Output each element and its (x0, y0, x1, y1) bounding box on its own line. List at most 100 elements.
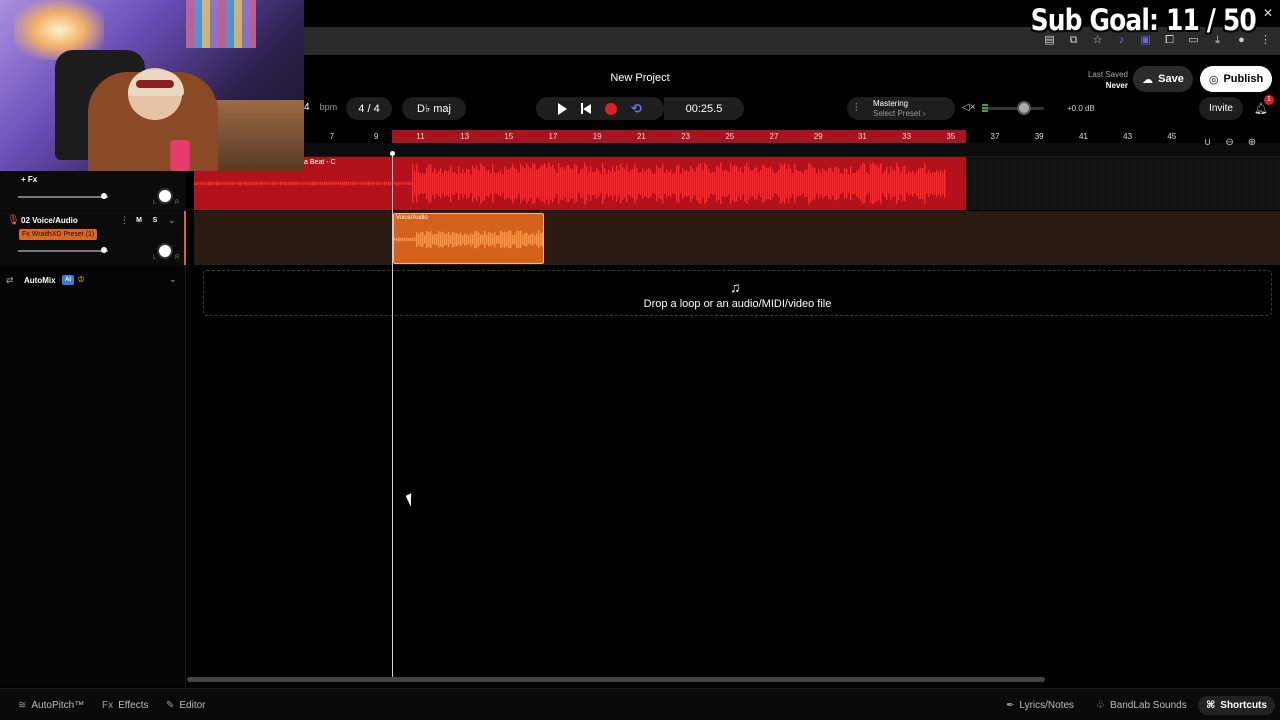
shortcuts-button[interactable]: ⌘ Shortcuts (1198, 696, 1275, 715)
chevron-down-icon[interactable]: ⌄ (169, 274, 177, 285)
track-volume-slider[interactable] (18, 196, 108, 198)
master-volume-slider[interactable] (982, 104, 1044, 113)
timecode-display: 00:25.5 (664, 97, 744, 120)
record-icon[interactable] (605, 102, 618, 115)
effects-button[interactable]: Fx Effects (102, 696, 149, 715)
ruler-lower-band (187, 143, 1280, 157)
ruler-tick-label: 9 (373, 132, 379, 141)
autopitch-button[interactable]: ≋ AutoPitch™ (18, 696, 84, 715)
zoom-in-icon[interactable]: ⊕ (1248, 137, 1256, 148)
automix-row[interactable]: ⇄ AutoMix AI ♔ ⌄ (0, 270, 186, 290)
playhead-handle[interactable] (390, 151, 395, 156)
track-name[interactable]: 02 Voice/Audio (21, 216, 78, 225)
pan-right-label: R (175, 255, 180, 261)
key-button[interactable]: D♭ maj (402, 97, 466, 120)
ruler-tick-label: 41 (1078, 132, 1088, 141)
track-lane-1-empty[interactable] (966, 157, 1280, 210)
mastering-title: Mastering (873, 99, 909, 108)
automix-label: AutoMix (24, 276, 56, 285)
publish-button[interactable]: ◎ Publish (1200, 66, 1272, 92)
bandlab-sounds-button[interactable]: ♧ BandLab Sounds (1096, 696, 1187, 715)
fx-icon: Fx (102, 700, 114, 711)
zoom-out-icon[interactable]: ⊖ (1225, 137, 1233, 148)
drop-zone-text: Drop a loop or an audio/MIDI/video file (643, 298, 832, 310)
crown-icon: ♔ (77, 274, 86, 284)
time-signature-button[interactable]: 4 / 4 (346, 97, 392, 120)
kebab-menu-icon[interactable]: ⋮ (1259, 34, 1272, 47)
bpm-field[interactable]: 4 bpm (304, 102, 337, 113)
command-icon: ⌘ (1206, 700, 1216, 711)
drop-zone[interactable]: ♫ Drop a loop or an audio/MIDI/video fil… (203, 270, 1272, 316)
editor-label: Editor (179, 700, 206, 711)
ruler-tick-label: 33 (902, 132, 912, 141)
ruler-tick-label: 17 (548, 132, 558, 141)
master-volume-db: +0.0 dB (1067, 104, 1095, 113)
lyrics-label: Lyrics/Notes (1019, 700, 1075, 711)
mouse-cursor (405, 493, 417, 507)
audio-clip-voice[interactable]: Voice/Audio (393, 213, 544, 264)
save-label: Save (1158, 73, 1184, 85)
lyrics-notes-button[interactable]: ✒ Lyrics/Notes (1006, 696, 1074, 715)
save-button[interactable]: ☁ Save (1133, 66, 1193, 92)
editor-button[interactable]: ✎ Editor (166, 696, 206, 715)
ruler-tick-label: 39 (1034, 132, 1044, 141)
globe-icon: ◎ (1208, 73, 1219, 86)
automix-icon: ⇄ (6, 275, 14, 285)
fx-preset-tag[interactable]: Fx WraithXD Preset (1) (19, 229, 98, 240)
timeline-tools: ∪ ⊖ ⊕ (1204, 137, 1256, 148)
ruler-tick-label: 15 (504, 132, 514, 141)
sounds-label: BandLab Sounds (1109, 700, 1187, 711)
sounds-icon: ♧ (1096, 700, 1105, 711)
timeline-ruler[interactable]: 7 9 11 13 15 17 19 21 23 25 27 29 31 33 35 37 39 41 43 45 (304, 130, 1280, 144)
cloud-upload-icon: ☁ (1142, 73, 1154, 86)
skip-back-icon[interactable] (581, 103, 592, 114)
track-volume-knob[interactable] (101, 247, 107, 253)
pen-icon: ✒ (1006, 700, 1015, 711)
mastering-button[interactable]: ⫶ Mastering Select Preset › (847, 97, 955, 120)
ruler-tick-label: 25 (725, 132, 735, 141)
magnet-snap-icon[interactable]: ∪ (1204, 137, 1211, 148)
sliders-icon: ⫶ (855, 102, 858, 114)
last-saved-status: Last Saved Never (1076, 69, 1128, 91)
shortcuts-label: Shortcuts (1220, 700, 1267, 711)
ai-badge: AI (62, 275, 74, 285)
last-saved-value: Never (1105, 81, 1128, 90)
ruler-tick-label: 43 (1123, 132, 1133, 141)
solo-button[interactable]: S (148, 215, 162, 226)
ruler-tick-label: 21 (636, 132, 646, 141)
invite-button[interactable]: Invite (1199, 97, 1243, 120)
chevron-down-icon[interactable]: ⌄ (168, 215, 176, 226)
bpm-value: 4 (304, 102, 310, 113)
ruler-tick-label: 29 (813, 132, 823, 141)
pan-left-label: L (153, 200, 157, 206)
ruler-tick-label: 13 (460, 132, 470, 141)
publish-label: Publish (1223, 73, 1264, 85)
play-icon[interactable] (558, 102, 568, 115)
notification-badge: 1 (1264, 95, 1274, 105)
track-volume-knob[interactable] (101, 193, 107, 199)
track-volume-slider[interactable] (18, 250, 108, 252)
pan-knob[interactable] (157, 188, 173, 204)
track-menu-icon[interactable]: ⋮ (120, 215, 129, 226)
pan-knob[interactable] (157, 243, 173, 259)
horizontal-scrollbar[interactable] (187, 677, 1045, 682)
loop-region[interactable] (392, 130, 966, 143)
loop-icon[interactable]: ⟲ (631, 101, 642, 117)
ruler-tick-label: 35 (946, 132, 956, 141)
pencil-icon: ✎ (166, 700, 175, 711)
add-fx-button[interactable]: + Fx (21, 175, 37, 184)
mastering-preset: Select Preset › (873, 109, 926, 118)
audio-clip-beat[interactable]: a Beat - C (194, 157, 966, 210)
bottom-toolbar: ≋ AutoPitch™ Fx Effects ✎ Editor ✒ Lyric… (0, 688, 1280, 720)
ruler-tick-label: 37 (990, 132, 1000, 141)
track-lane-2[interactable] (194, 211, 1280, 265)
autopitch-icon: ≋ (18, 700, 27, 711)
speaker-mute-icon[interactable]: ◁× (962, 102, 976, 113)
mute-button[interactable]: M (132, 215, 146, 226)
playhead[interactable] (392, 152, 393, 682)
close-icon[interactable]: ✕ (1263, 6, 1273, 20)
microphone-icon: 🎙︎ (7, 215, 20, 226)
master-volume-knob[interactable] (1017, 101, 1031, 115)
pan-left-label: L (153, 255, 157, 261)
transport-controls: ⟲ (536, 97, 664, 120)
